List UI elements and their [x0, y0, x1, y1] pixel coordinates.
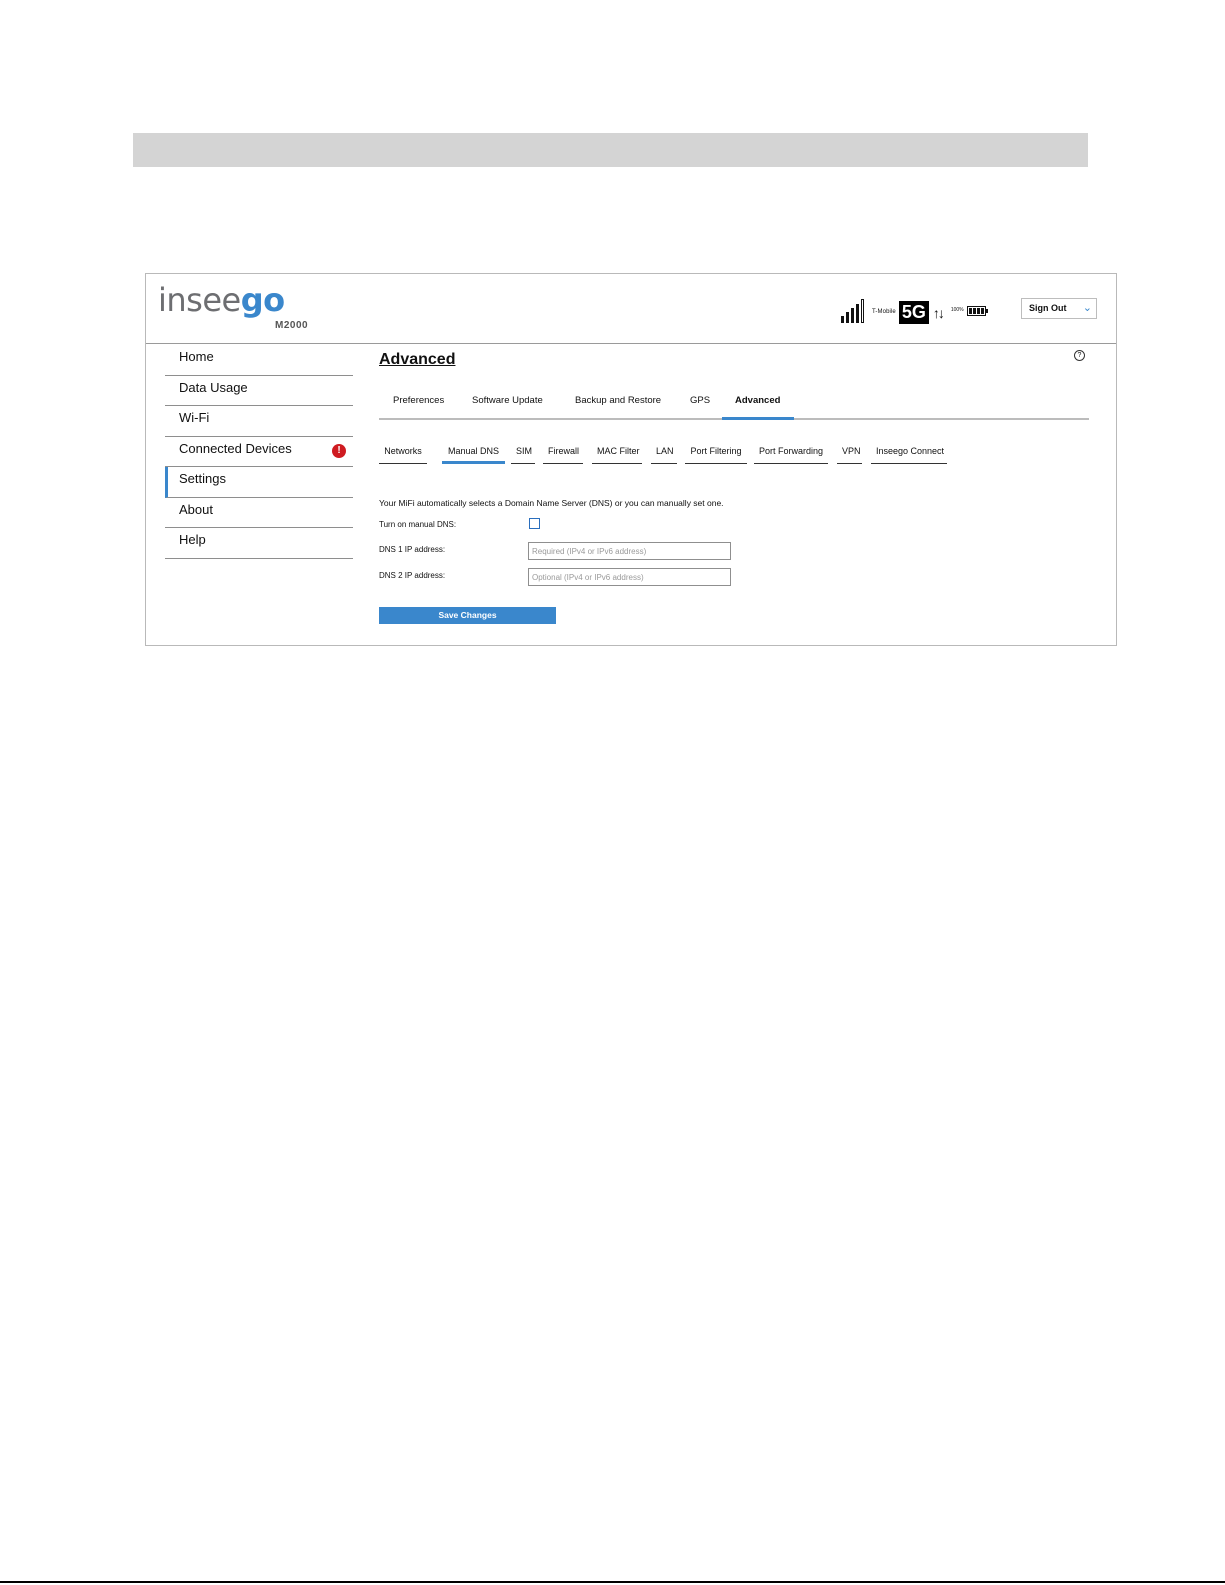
- device-model: M2000: [275, 320, 309, 331]
- sidebar-item-help[interactable]: Help: [165, 528, 353, 559]
- logo-wordmark-gray: insee: [158, 281, 241, 319]
- dns1-input[interactable]: [528, 542, 731, 560]
- data-activity-icon: ↑↓: [932, 305, 945, 321]
- subtab-manual-dns[interactable]: Manual DNS: [442, 442, 505, 464]
- header-divider: [146, 343, 1116, 344]
- dns1-label: DNS 1 IP address:: [379, 545, 446, 554]
- sidebar-item-label: Connected Devices: [179, 440, 292, 456]
- active-tab-indicator: [722, 417, 794, 420]
- save-changes-button[interactable]: Save Changes: [379, 607, 556, 624]
- status-bar: T-Mobile 5G ↑↓ 100%: [841, 296, 988, 324]
- inseego-logo[interactable]: inseego M2000: [158, 280, 308, 331]
- dns2-label: DNS 2 IP address:: [379, 571, 446, 580]
- sidebar-item-wifi[interactable]: Wi-Fi: [165, 406, 353, 437]
- settings-tabs: Preferences Software Update Backup and R…: [379, 381, 1089, 420]
- carrier-name: T-Mobile: [872, 309, 896, 315]
- router-web-ui-screenshot: inseego M2000 T-Mobile 5G ↑↓ 100% Sign O…: [145, 273, 1117, 646]
- signal-strength-icon: [841, 297, 864, 323]
- tab-backup-and-restore[interactable]: Backup and Restore: [575, 395, 661, 406]
- subtab-port-forwarding[interactable]: Port Forwarding: [754, 442, 828, 464]
- sidebar-item-label: Home: [179, 349, 214, 364]
- subtab-vpn[interactable]: VPN: [837, 442, 862, 464]
- manual-dns-label: Turn on manual DNS:: [379, 520, 457, 529]
- tab-gps[interactable]: GPS: [690, 395, 710, 406]
- logo-wordmark: inseego: [158, 280, 285, 320]
- sign-out-dropdown[interactable]: Sign Out ⌄: [1021, 298, 1097, 319]
- alert-badge-icon: !: [332, 443, 346, 458]
- sidebar-item-label: Help: [179, 532, 206, 547]
- sidebar-item-label: Settings: [179, 471, 226, 486]
- subtab-port-filtering[interactable]: Port Filtering: [685, 442, 747, 464]
- sidebar-item-about[interactable]: About: [165, 498, 353, 528]
- document-header-bar: [133, 133, 1088, 167]
- subtab-firewall[interactable]: Firewall: [543, 442, 583, 464]
- subtab-lan[interactable]: LAN: [651, 442, 677, 464]
- sign-out-label: Sign Out: [1029, 303, 1067, 313]
- sidebar-item-settings[interactable]: Settings: [165, 467, 353, 498]
- battery-icon: [966, 306, 988, 316]
- sidebar-item-label: Wi-Fi: [179, 410, 210, 425]
- battery-percent: 100%: [950, 307, 964, 313]
- sidebar-item-data-usage[interactable]: Data Usage: [165, 376, 353, 406]
- help-icon[interactable]: ?: [1074, 350, 1085, 361]
- page-title: Advanced: [379, 351, 456, 368]
- tab-preferences[interactable]: Preferences: [393, 395, 444, 406]
- subtab-sim[interactable]: SIM: [511, 442, 535, 464]
- sidebar-item-connected-devices[interactable]: Connected Devices !: [165, 437, 353, 467]
- tab-software-update[interactable]: Software Update: [472, 395, 543, 406]
- sidebar-item-label: About: [179, 501, 213, 517]
- manual-dns-checkbox[interactable]: [529, 518, 540, 529]
- page-bottom-rule: [0, 1581, 1225, 1583]
- chevron-down-icon: ⌄: [1082, 302, 1092, 314]
- sidebar-item-label: Data Usage: [179, 379, 248, 395]
- subtab-inseego-connect[interactable]: Inseego Connect: [871, 442, 947, 464]
- sidebar-nav: Home Data Usage Wi-Fi Connected Devices …: [165, 345, 353, 559]
- tab-advanced[interactable]: Advanced: [735, 395, 780, 406]
- subtab-networks[interactable]: Networks: [379, 442, 427, 464]
- logo-wordmark-blue: go: [240, 281, 285, 319]
- dns2-input[interactable]: [528, 568, 731, 586]
- network-type-badge: 5G: [898, 301, 929, 324]
- dns-description: Your MiFi automatically selects a Domain…: [379, 498, 724, 508]
- sidebar-item-home[interactable]: Home: [165, 345, 353, 376]
- subtab-mac-filter[interactable]: MAC Filter: [592, 442, 642, 464]
